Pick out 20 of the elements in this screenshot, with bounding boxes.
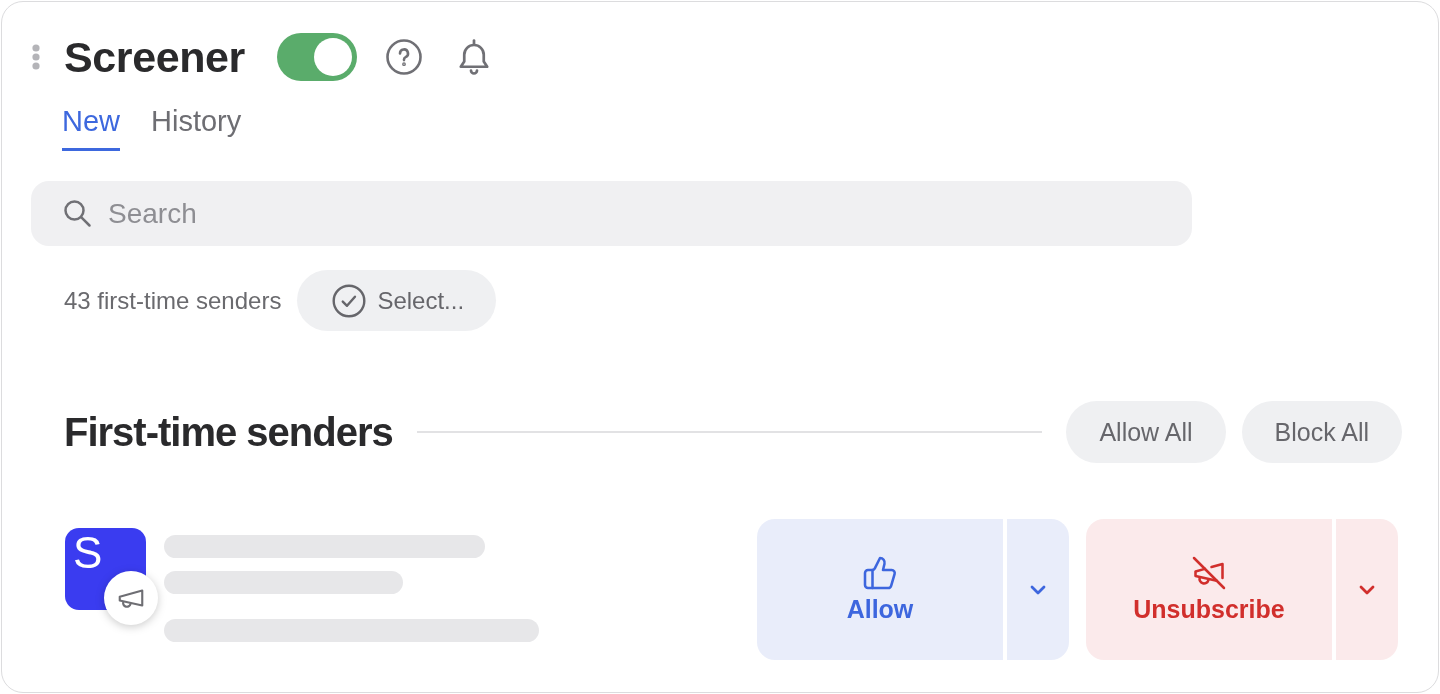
bulk-action-button[interactable]: Block All xyxy=(1241,401,1402,463)
muted-megaphone-icon xyxy=(1191,555,1227,591)
allow-button[interactable]: Allow xyxy=(757,519,1003,660)
panel-title: Screener xyxy=(64,33,245,81)
thumbs-up-icon xyxy=(862,555,898,591)
select-button[interactable]: Select... xyxy=(297,270,497,331)
chevron-down-icon xyxy=(1030,584,1046,595)
drag-handle-icon[interactable] xyxy=(32,44,40,70)
search-field[interactable]: Search xyxy=(31,181,1192,246)
toggle-switch[interactable] xyxy=(276,33,357,81)
tab[interactable]: History xyxy=(151,104,242,151)
help-icon[interactable] xyxy=(385,39,422,75)
section-title: First-time senders xyxy=(64,409,393,455)
search-icon xyxy=(62,198,92,228)
unsubscribe-button[interactable]: Unsubscribe xyxy=(1086,519,1332,660)
sender-count: 43 first-time senders xyxy=(64,286,282,315)
bulk-action-button[interactable]: Allow All xyxy=(1066,401,1226,463)
chevron-down-icon xyxy=(1359,584,1375,595)
tab[interactable]: New xyxy=(62,104,120,151)
check-circle-icon xyxy=(332,283,367,318)
